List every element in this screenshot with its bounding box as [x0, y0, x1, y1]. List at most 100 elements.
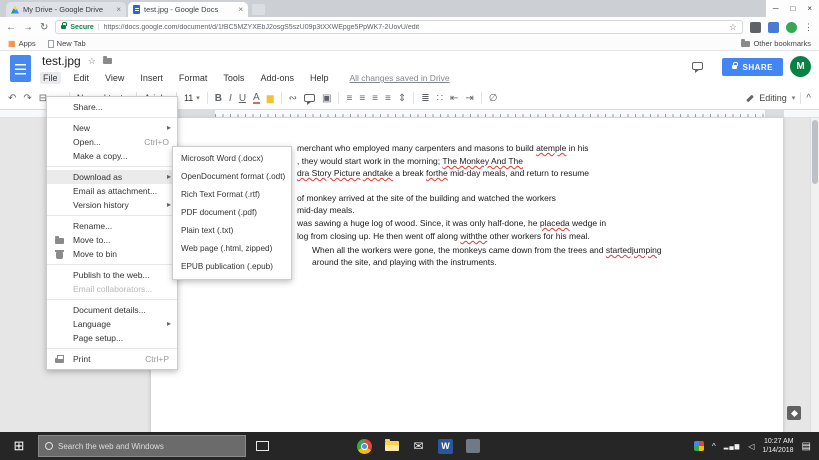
collapse-toolbar-icon[interactable]: ^ — [806, 93, 811, 104]
app-taskbar-icon[interactable] — [459, 432, 486, 460]
tab-close-icon[interactable]: × — [116, 5, 121, 14]
menu-item-page-setup[interactable]: Page setup... — [47, 331, 177, 345]
menu-item-html-zipped[interactable]: Web page (.html, zipped) — [173, 240, 291, 258]
menu-edit[interactable]: Edit — [71, 72, 93, 84]
menu-item-make-a-copy[interactable]: Make a copy... — [47, 149, 177, 163]
menu-item-epub[interactable]: EPUB publication (.epub) — [173, 258, 291, 276]
mail-taskbar-icon[interactable]: ✉ — [405, 432, 432, 460]
align-justify-icon[interactable]: ≡ — [385, 93, 391, 104]
document-title[interactable]: test.jpg — [42, 54, 81, 68]
text-color-icon[interactable]: A — [253, 92, 260, 104]
bookmark-new-tab[interactable]: New Tab — [47, 39, 86, 48]
insert-link-icon[interactable]: ∾ — [289, 93, 297, 104]
taskbar-search[interactable] — [38, 435, 246, 457]
share-button[interactable]: SHARE — [722, 58, 783, 76]
menu-help[interactable]: Help — [307, 72, 332, 84]
menu-item-download-as[interactable]: Download as ▸ — [47, 170, 177, 184]
align-right-icon[interactable]: ≡ — [372, 93, 378, 104]
close-button[interactable]: × — [807, 4, 812, 13]
indent-increase-icon[interactable]: ⇥ — [465, 93, 473, 104]
minimize-button[interactable]: ─ — [773, 4, 779, 13]
font-size-dropdown[interactable]: 11 ▾ — [184, 93, 200, 103]
star-icon[interactable]: ☆ — [88, 56, 96, 67]
browser-menu-icon[interactable]: ⋮ — [804, 22, 813, 33]
menu-item-docx[interactable]: Microsoft Word (.docx) — [173, 150, 291, 168]
tab-test-jpg[interactable]: test.jpg - Google Docs × — [128, 2, 248, 17]
network-icon[interactable]: ▂▄▆ — [724, 443, 740, 450]
menu-tools[interactable]: Tools — [220, 72, 247, 84]
start-button[interactable]: ⊞ — [0, 432, 38, 460]
back-button[interactable]: ← — [6, 22, 16, 33]
indent-decrease-icon[interactable]: ⇤ — [450, 93, 458, 104]
explore-button[interactable] — [787, 406, 801, 420]
other-bookmarks[interactable]: Other bookmarks — [741, 38, 811, 48]
task-view-icon[interactable] — [256, 441, 269, 451]
tab-close-icon[interactable]: × — [238, 5, 243, 14]
docs-app-icon[interactable] — [10, 55, 31, 82]
extension-icon[interactable] — [768, 21, 779, 33]
clear-formatting-icon[interactable]: ∅ — [489, 93, 498, 104]
menu-addons[interactable]: Add-ons — [257, 72, 297, 84]
mode-dropdown[interactable]: Editing ▾ ^ — [746, 92, 811, 104]
tray-app-icon[interactable] — [693, 441, 704, 451]
menu-item-email-as-attachment[interactable]: Email as attachment... — [47, 184, 177, 198]
undo-icon[interactable]: ↶ — [8, 93, 16, 104]
menu-item-publish-to-the-web[interactable]: Publish to the web... — [47, 268, 177, 282]
address-bar[interactable]: Secure | https://docs.google.com/documen… — [55, 20, 743, 34]
word-taskbar-icon[interactable]: W — [432, 432, 459, 460]
italic-icon[interactable]: I — [229, 93, 232, 104]
menu-item-share[interactable]: Share... — [47, 100, 177, 114]
menu-format[interactable]: Format — [176, 72, 211, 84]
clock[interactable]: 10:27 AM 1/14/2018 — [762, 437, 793, 455]
volume-icon[interactable]: ◁ — [748, 442, 754, 451]
menu-item-pdf[interactable]: PDF document (.pdf) — [173, 204, 291, 222]
move-folder-icon[interactable] — [102, 56, 112, 64]
align-left-icon[interactable]: ≡ — [346, 93, 352, 104]
menu-item-odt[interactable]: OpenDocument format (.odt) — [173, 168, 291, 186]
menu-insert[interactable]: Insert — [137, 72, 166, 84]
avatar[interactable]: M — [790, 56, 811, 77]
extension-icon[interactable] — [750, 21, 761, 33]
menu-file[interactable]: File — [40, 72, 61, 84]
extension-icon[interactable] — [786, 21, 797, 33]
numbered-list-icon[interactable]: ≣ — [421, 93, 429, 104]
bookmark-star-icon[interactable]: ☆ — [729, 22, 737, 33]
menu-item-new[interactable]: New ▸ — [47, 121, 177, 135]
comment-icon[interactable] — [692, 62, 703, 73]
forward-button[interactable]: → — [23, 22, 33, 33]
new-tab-button[interactable] — [252, 4, 265, 15]
refresh-button[interactable]: ↻ — [40, 22, 48, 33]
bold-icon[interactable]: B — [215, 93, 222, 104]
menu-item-txt[interactable]: Plain text (.txt) — [173, 222, 291, 240]
line-spacing-icon[interactable]: ⇕ — [398, 93, 406, 104]
underline-icon[interactable]: U — [239, 93, 246, 104]
menu-item-version-history[interactable]: Version history ▸ — [47, 198, 177, 212]
menu-item-move-to[interactable]: Move to... — [47, 233, 177, 247]
save-status[interactable]: All changes saved in Drive — [349, 73, 449, 83]
maximize-button[interactable]: □ — [790, 4, 795, 13]
file-explorer-taskbar-icon[interactable] — [378, 432, 405, 460]
tray-expand-icon[interactable]: ^ — [712, 442, 716, 451]
menu-view[interactable]: View — [102, 72, 127, 84]
ruler-right-margin[interactable] — [765, 110, 784, 117]
menu-item-print[interactable]: Print Ctrl+P — [47, 352, 177, 366]
scrollbar-thumb[interactable] — [812, 120, 818, 184]
highlight-icon[interactable]: ▆ — [267, 93, 274, 104]
menu-item-rtf[interactable]: Rich Text Format (.rtf) — [173, 186, 291, 204]
tab-my-drive[interactable]: My Drive - Google Drive × — [6, 2, 126, 17]
menu-item-language[interactable]: Language ▸ — [47, 317, 177, 331]
action-center-icon[interactable]: ▤ — [802, 441, 811, 452]
menu-item-document-details[interactable]: Document details... — [47, 303, 177, 317]
redo-icon[interactable]: ↷ — [23, 93, 31, 104]
scrollbar[interactable] — [810, 118, 819, 432]
align-center-icon[interactable]: ≡ — [359, 93, 365, 104]
insert-comment-icon[interactable] — [304, 94, 316, 105]
search-input[interactable] — [58, 441, 239, 451]
menu-item-open[interactable]: Open... Ctrl+O — [47, 135, 177, 149]
chrome-taskbar-icon[interactable] — [351, 432, 378, 460]
insert-image-icon[interactable]: ▣ — [322, 93, 331, 104]
menu-item-rename[interactable]: Rename... — [47, 219, 177, 233]
bookmark-apps[interactable]: ▦ Apps — [8, 39, 36, 48]
menu-item-move-to-bin[interactable]: Move to bin — [47, 247, 177, 261]
bullet-list-icon[interactable]: ∷ — [437, 93, 443, 104]
